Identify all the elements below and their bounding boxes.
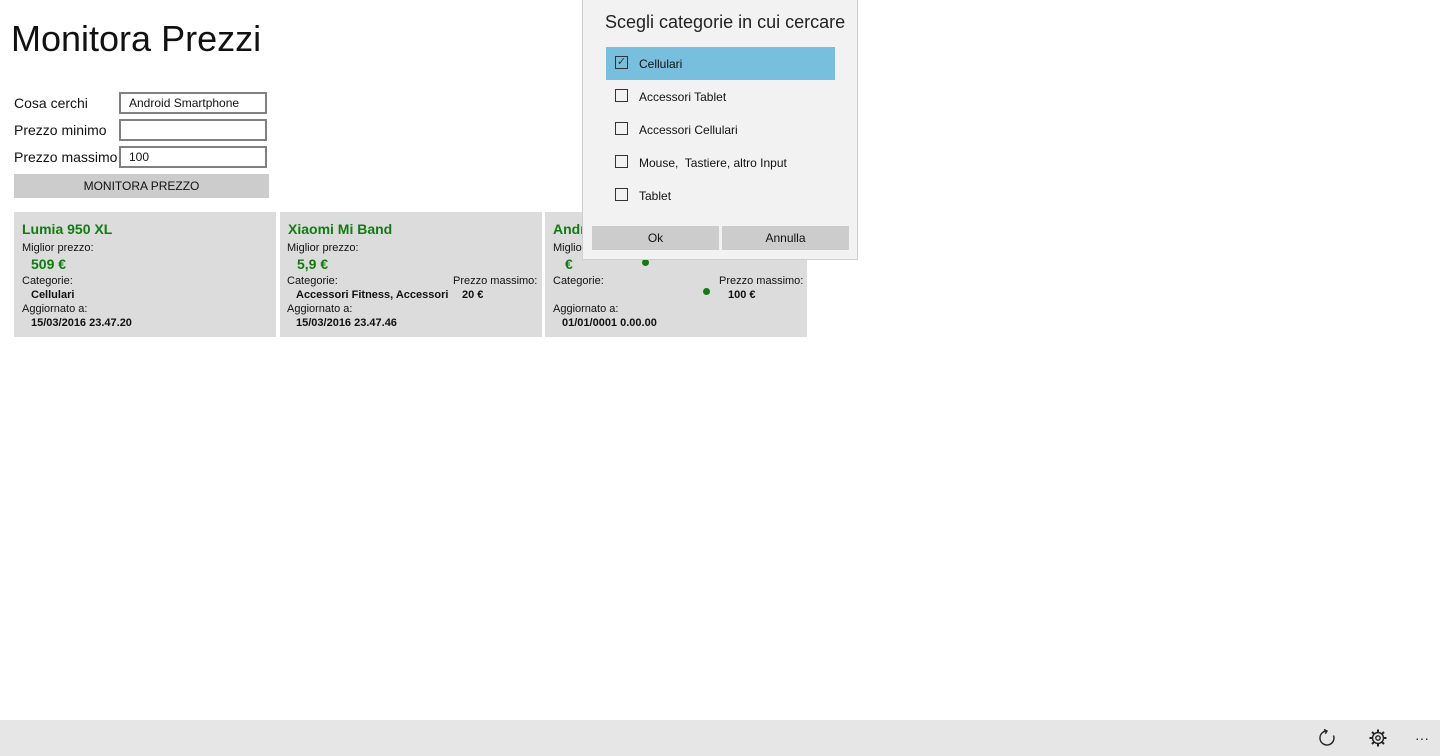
best-price-label: Miglior prezzo: [22, 242, 94, 254]
best-price: € [565, 256, 573, 272]
product-card[interactable]: Lumia 950 XL Miglior prezzo: 509 € Categ… [14, 212, 276, 337]
monitor-price-button[interactable]: MONITORA PREZZO [14, 174, 269, 198]
best-price-label: Miglior prezzo: [287, 242, 359, 254]
status-dot [703, 288, 710, 295]
checkbox-checked-icon[interactable]: ✓ [615, 56, 628, 69]
categories-label: Categorie: [553, 275, 604, 287]
product-name: Xiaomi Mi Band [288, 221, 393, 237]
checkbox-icon[interactable] [615, 155, 628, 168]
what-input[interactable] [119, 92, 267, 114]
max-price-value: 20 € [462, 289, 484, 301]
updated-value: 01/01/0001 0.00.00 [562, 317, 657, 329]
ok-button[interactable]: Ok [592, 226, 719, 250]
checkbox-icon[interactable] [615, 188, 628, 201]
updated-label: Aggiornato a: [287, 303, 353, 315]
min-price-label: Prezzo minimo [14, 122, 107, 138]
category-dialog: Scegli categorie in cui cercare ✓ Cellul… [582, 0, 858, 260]
status-dot [642, 259, 649, 266]
option-label: Cellulari [639, 57, 683, 71]
app-bar: ··· [0, 720, 1440, 756]
option-mouse-tastiere[interactable]: Mouse, Tastiere, altro Input [606, 146, 835, 179]
gear-icon[interactable] [1368, 728, 1388, 748]
page-title: Monitora Prezzi [11, 18, 262, 59]
max-price-value: 100 € [728, 289, 756, 301]
option-label: Accessori Cellulari [639, 123, 738, 137]
best-price: 5,9 € [297, 256, 329, 272]
refresh-icon[interactable] [1317, 728, 1337, 748]
categories-label: Categorie: [287, 275, 338, 287]
product-card[interactable]: Xiaomi Mi Band Miglior prezzo: 5,9 € Cat… [280, 212, 542, 337]
option-label: Mouse, Tastiere, altro Input [639, 156, 787, 170]
what-label: Cosa cerchi [14, 95, 88, 111]
updated-value: 15/03/2016 23.47.20 [31, 317, 132, 329]
categories-value: Cellulari [31, 289, 75, 301]
categories-value: Accessori Fitness, Accessori Ce... [296, 289, 452, 301]
checkbox-icon[interactable] [615, 89, 628, 102]
max-price-input[interactable] [119, 146, 267, 168]
option-cellulari[interactable]: ✓ Cellulari [606, 47, 835, 80]
updated-label: Aggiornato a: [22, 303, 88, 315]
option-label: Accessori Tablet [639, 90, 727, 104]
cancel-button[interactable]: Annulla [722, 226, 849, 250]
option-tablet[interactable]: Tablet [606, 179, 835, 212]
dialog-title: Scegli categorie in cui cercare [605, 12, 846, 32]
max-price-label: Prezzo massimo: [453, 275, 538, 287]
updated-label: Aggiornato a: [553, 303, 619, 315]
updated-value: 15/03/2016 23.47.46 [296, 317, 397, 329]
best-price: 509 € [31, 256, 67, 272]
option-label: Tablet [639, 189, 672, 203]
option-accessori-tablet[interactable]: Accessori Tablet [606, 80, 835, 113]
option-accessori-cellulari[interactable]: Accessori Cellulari [606, 113, 835, 146]
checkbox-icon[interactable] [615, 122, 628, 135]
max-price-label: Prezzo massimo: [719, 275, 804, 287]
best-price-label: Miglio [553, 242, 582, 254]
min-price-input[interactable] [119, 119, 267, 141]
more-icon[interactable]: ··· [1412, 728, 1432, 748]
product-name: Lumia 950 XL [22, 221, 113, 237]
max-price-label: Prezzo massimo [14, 149, 118, 165]
categories-label: Categorie: [22, 275, 73, 287]
